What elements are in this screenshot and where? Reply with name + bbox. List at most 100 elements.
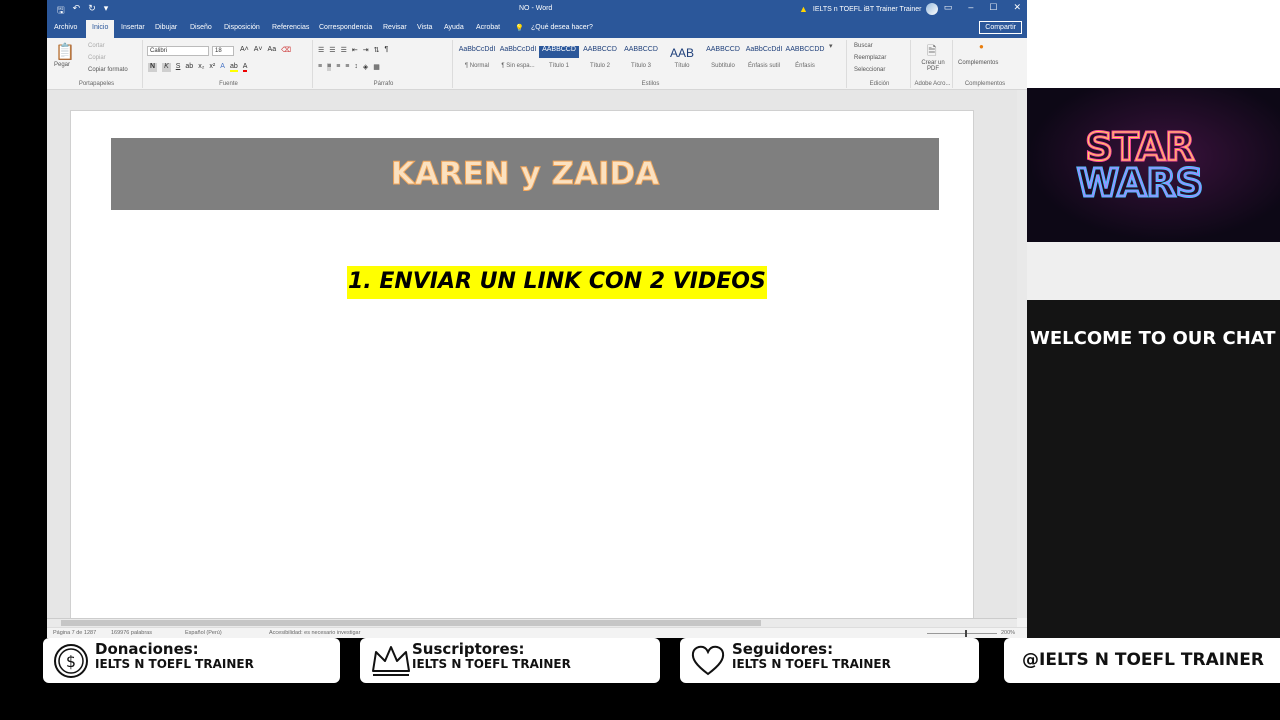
style-no-spacing[interactable]: AaBbCcDdI ¶ Sin espa... — [498, 46, 538, 69]
quick-access-toolbar: 🖫 ↶ ↻ ▾ — [57, 3, 108, 19]
horizontal-scrollbar[interactable] — [47, 618, 1017, 627]
avatar[interactable] — [926, 3, 939, 15]
stream-side-panel: STAR STAR WARS WARS WELCOME TO OUR CHAT — [1027, 0, 1280, 638]
document-page[interactable]: KAREN y ZAIDA 1. ENVIAR UN LINK CON 2 VI… — [70, 110, 974, 630]
document-title: NO - Word — [519, 5, 553, 12]
italic-button[interactable]: K — [162, 63, 171, 72]
superscript-icon[interactable]: x² — [209, 63, 215, 72]
tab-correspondencia[interactable]: Correspondencia — [319, 24, 372, 31]
borders-icon[interactable]: ▦ — [373, 63, 380, 71]
select-button[interactable]: Seleccionar — [854, 67, 885, 73]
tab-ayuda[interactable]: Ayuda — [444, 24, 464, 31]
style-heading-2[interactable]: AABBCCD Título 2 — [580, 46, 620, 69]
share-button[interactable]: Compartir — [979, 21, 1022, 34]
zoom-slider-thumb[interactable] — [965, 630, 967, 637]
shading-icon[interactable]: ◈ — [363, 63, 368, 71]
decrease-indent-icon[interactable]: ⇤ — [352, 46, 358, 54]
pilcrow-icon[interactable]: ¶ — [384, 46, 388, 54]
channel-handle-card: @IELTS N TOEFL TRAINER — [1004, 638, 1280, 683]
style-heading-1[interactable]: AABBCCD Título 1 — [539, 46, 579, 69]
justify-icon[interactable]: ≡ — [345, 63, 349, 71]
customize-qat-icon[interactable]: ▾ — [104, 3, 109, 19]
style-subtle-emphasis[interactable]: AaBbCcDdI Énfasis sutil — [744, 46, 784, 69]
highlight-icon[interactable]: ab — [229, 63, 238, 72]
underline-button[interactable]: S — [176, 63, 181, 72]
shrink-font-icon[interactable]: A˅ — [254, 46, 263, 54]
multilevel-list-icon[interactable]: ☰ — [341, 46, 347, 54]
horizontal-scroll-thumb[interactable] — [61, 620, 761, 626]
styles-more-icon[interactable]: ▾ — [829, 42, 833, 50]
warning-icon: ▲ — [799, 4, 808, 14]
increase-indent-icon[interactable]: ⇥ — [363, 46, 369, 54]
tab-disposicion[interactable]: Disposición — [224, 24, 260, 31]
font-name-select[interactable]: Calibri — [147, 46, 209, 56]
style-heading-3[interactable]: AABBCCD Título 3 — [621, 46, 661, 69]
addins-button[interactable]: Complementos — [958, 60, 998, 66]
line-spacing-icon[interactable]: ↕ — [354, 63, 358, 71]
language[interactable]: Español (Perú) — [185, 630, 222, 636]
undo-icon[interactable]: ↶ — [73, 3, 81, 19]
font-color-icon[interactable]: A — [242, 63, 248, 72]
find-button[interactable]: Buscar — [854, 43, 873, 49]
clear-format-icon[interactable]: ⌫ — [281, 46, 291, 54]
numbering-icon[interactable]: ☰ — [329, 46, 335, 54]
styles-group: AaBbCcDdI ¶ Normal AaBbCcDdI ¶ Sin espa...… — [455, 40, 847, 88]
tell-me-search[interactable]: ¿Qué desea hacer? — [531, 24, 593, 31]
close-icon[interactable]: ✕ — [1013, 2, 1021, 13]
minimize-icon[interactable]: – — [968, 2, 973, 13]
change-case-icon[interactable]: Aa — [268, 46, 277, 54]
align-left-icon[interactable]: ≡ — [318, 63, 322, 71]
create-pdf-button[interactable]: Crear un PDF — [917, 60, 949, 72]
subscript-icon[interactable]: x₂ — [198, 63, 204, 72]
tab-diseno[interactable]: Diseño — [190, 24, 212, 31]
addins-group: ● Complementos Complementos — [955, 40, 1015, 88]
style-subtitle[interactable]: AABBCCD Subtítulo — [703, 46, 743, 69]
neon-logo-graphic: STAR STAR WARS WARS — [1075, 124, 1204, 207]
tab-vista[interactable]: Vista — [417, 24, 432, 31]
window-controls: ▭ – ☐ ✕ — [944, 2, 1021, 13]
zoom-level[interactable]: 200% — [1001, 630, 1015, 636]
save-icon[interactable]: 🖫 — [57, 3, 65, 19]
grow-font-icon[interactable]: A˄ — [240, 46, 249, 54]
align-right-icon[interactable]: ≡ — [336, 63, 340, 71]
accessibility-status[interactable]: Accesibilidad: es necesario investigar — [269, 630, 360, 636]
tab-archivo[interactable]: Archivo — [54, 24, 77, 31]
paste-button[interactable]: Pegar — [54, 62, 70, 68]
text-effects-icon[interactable]: A — [220, 63, 225, 72]
font-size-select[interactable]: 18 — [212, 46, 234, 56]
tab-dibujar[interactable]: Dibujar — [155, 24, 177, 31]
tab-inicio[interactable]: Inicio — [86, 20, 115, 38]
tab-referencias[interactable]: Referencias — [272, 24, 309, 31]
tab-insertar[interactable]: Insertar — [121, 24, 145, 31]
paste-icon[interactable]: 📋 — [55, 42, 75, 62]
addins-icon[interactable]: ● — [979, 42, 984, 51]
status-bar: Página 7 de 1287 169976 palabras Español… — [47, 627, 1027, 638]
replace-button[interactable]: Reemplazar — [854, 55, 886, 61]
copy-button[interactable]: Copiar — [88, 55, 106, 61]
account-area[interactable]: ▲ IELTS n TOEFL iBT Trainer Trainer — [799, 3, 939, 15]
title-banner: KAREN y ZAIDA — [111, 138, 939, 210]
align-center-icon[interactable]: ≡ — [327, 63, 332, 71]
sort-icon[interactable]: ⇅ — [374, 46, 380, 54]
donations-label: Donaciones: — [95, 640, 199, 658]
tab-acrobat[interactable]: Acrobat — [476, 24, 500, 31]
cut-button[interactable]: Cortar — [88, 43, 105, 49]
bullets-icon[interactable]: ☰ — [318, 46, 324, 54]
style-emphasis[interactable]: AABBCCDD Énfasis — [785, 46, 825, 69]
paragraph-group: ☰ ☰ ☰ ⇤ ⇥ ⇅ ¶ ≡ ≡ ≡ ≡ ↕ ◈ ▦ Párrafo — [315, 40, 453, 88]
chat-panel: WELCOME TO OUR CHAT — [1027, 300, 1280, 638]
zoom-slider[interactable] — [927, 633, 997, 634]
redo-icon[interactable]: ↻ — [88, 3, 96, 19]
document-canvas[interactable]: KAREN y ZAIDA 1. ENVIAR UN LINK CON 2 VI… — [47, 90, 1027, 630]
style-normal[interactable]: AaBbCcDdI ¶ Normal — [457, 46, 497, 69]
format-painter-button[interactable]: Copiar formato — [88, 67, 128, 73]
page-count[interactable]: Página 7 de 1287 — [53, 630, 96, 636]
style-title[interactable]: AAB Título — [662, 46, 702, 69]
ribbon-display-icon[interactable]: ▭ — [944, 2, 953, 13]
bold-button[interactable]: N — [148, 63, 158, 72]
word-count[interactable]: 169976 palabras — [111, 630, 152, 636]
tab-revisar[interactable]: Revisar — [383, 24, 407, 31]
strikethrough-icon[interactable]: ab — [185, 63, 193, 72]
maximize-icon[interactable]: ☐ — [989, 2, 997, 13]
vertical-scrollbar[interactable] — [1017, 90, 1027, 618]
